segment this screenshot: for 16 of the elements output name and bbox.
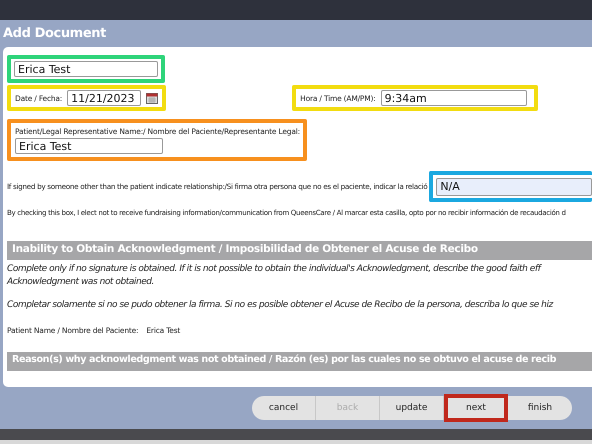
representative-input-field[interactable]: Erica Test xyxy=(15,138,163,154)
wizard-button[interactable]: update xyxy=(380,396,444,420)
section-heading: Inability to Obtain Acknowledgment / Imposibilidad de Obtener el Acuse de Recibo xyxy=(7,241,592,260)
instruction-text: Completar solamente si no se pudo obtener la firma. Si no es posible obtener el Acuse de Recibo de la persona, describa lo que se hiz xyxy=(7,299,554,312)
calendar-icon[interactable] xyxy=(146,92,158,104)
dialog-title: Add Document xyxy=(3,26,106,41)
time-input-field[interactable]: 9:34am xyxy=(380,90,527,106)
relationship-input-field[interactable]: N/A xyxy=(436,178,592,196)
wizard-button[interactable]: cancel xyxy=(252,396,316,420)
date-input-field[interactable]: 11/21/2023 xyxy=(67,90,142,106)
section-heading: Reason(s) why acknowledgment was not obtained / Razón (es) por las cuales no se obtuvo el acuse de recib xyxy=(7,352,592,371)
name-input-field[interactable]: Erica Test xyxy=(14,61,158,77)
wizard-button[interactable]: next xyxy=(444,394,508,422)
wizard-button[interactable]: finish xyxy=(508,396,572,420)
instruction-text: Acknowledgment was not obtained. xyxy=(7,276,155,289)
instruction-text: Complete only if no signature is obtained. If it is not possible to obtain the individual's Acknowledgment, describe the good faith eff xyxy=(7,263,543,276)
